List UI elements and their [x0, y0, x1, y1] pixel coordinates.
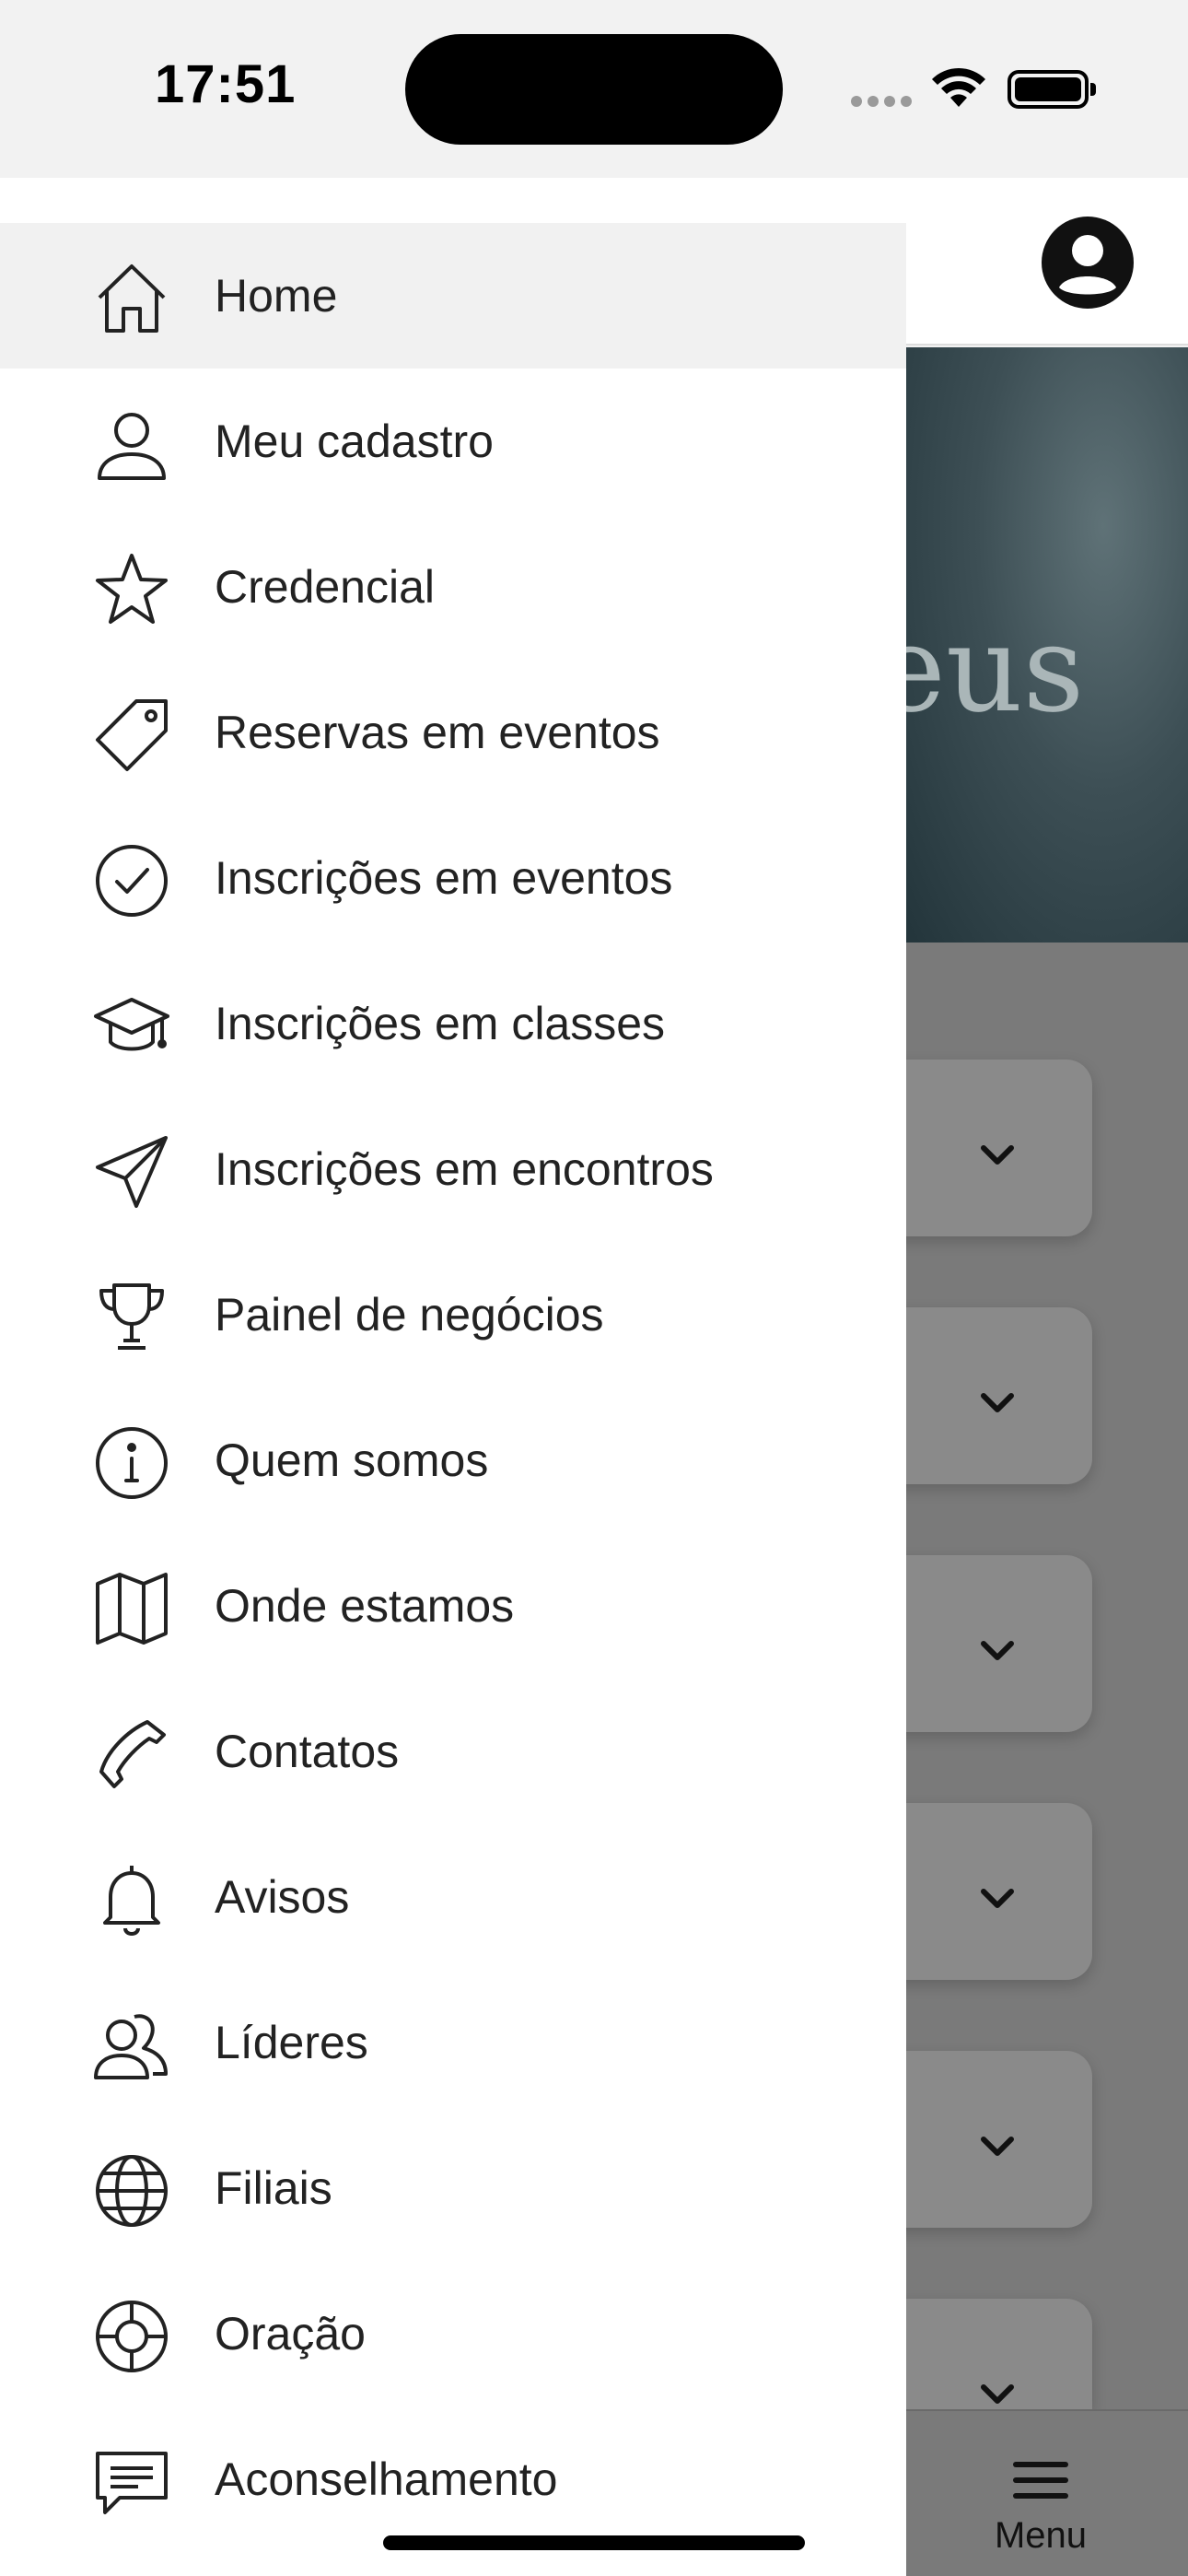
drawer-item-reservas-em-eventos[interactable]: Reservas em eventos: [0, 660, 906, 805]
drawer-item-label: Oração: [215, 2308, 366, 2359]
drawer-item-meu-cadastro[interactable]: Meu cadastro: [0, 369, 906, 514]
drawer-item-oracao[interactable]: Oração: [0, 2261, 906, 2406]
tag-icon: [92, 696, 171, 775]
drawer-item-label: Inscrições em encontros: [215, 1143, 714, 1195]
drawer-item-painel-de-negocios[interactable]: Painel de negócios: [0, 1242, 906, 1388]
drawer-item-home[interactable]: Home: [0, 223, 906, 369]
graduation-cap-icon: [92, 987, 171, 1066]
chevron-down-icon: [981, 1889, 1014, 1908]
drawer-item-label: Painel de negócios: [215, 1289, 604, 1341]
status-bar: 17:51: [0, 0, 1188, 178]
drawer-item-label: Aconselhamento: [215, 2453, 558, 2505]
cellular-signal-icon: [851, 96, 914, 109]
map-icon: [92, 1569, 171, 1648]
drawer-item-label: Inscrições em classes: [215, 998, 666, 1049]
menu-tab-label: Menu: [994, 2515, 1088, 2556]
drawer-item-credencial[interactable]: Credencial: [0, 514, 906, 660]
drawer-item-onde-estamos[interactable]: Onde estamos: [0, 1533, 906, 1679]
users-icon: [92, 2006, 171, 2085]
battery-tip: [1090, 83, 1096, 96]
drawer-item-inscricoes-em-classes[interactable]: Inscrições em classes: [0, 951, 906, 1096]
drawer-item-label: Inscrições em eventos: [215, 852, 673, 904]
chevron-down-icon: [981, 1641, 1014, 1660]
navigation-drawer: Home Meu cadastro Credencial Reservas em…: [0, 178, 906, 2576]
drawer-item-label: Avisos: [215, 1871, 350, 1923]
drawer-item-inscricoes-em-encontros[interactable]: Inscrições em encontros: [0, 1096, 906, 1242]
drawer-item-label: Contatos: [215, 1726, 400, 1777]
profile-avatar-icon[interactable]: [1041, 216, 1135, 310]
drawer-item-avisos[interactable]: Avisos: [0, 1824, 906, 1970]
drawer-item-filiais[interactable]: Filiais: [0, 2115, 906, 2261]
drawer-item-label: Líderes: [215, 2017, 368, 2068]
wifi-icon: [932, 67, 985, 107]
phone-icon: [92, 1715, 171, 1794]
home-icon: [92, 259, 171, 338]
trophy-icon: [92, 1278, 171, 1357]
chevron-down-icon: [981, 1145, 1014, 1165]
message-icon: [92, 2442, 171, 2522]
drawer-item-label: Meu cadastro: [215, 416, 494, 467]
drawer-item-label: Onde estamos: [215, 1580, 515, 1632]
chevron-down-icon: [981, 1393, 1014, 1412]
drawer-item-aconselhamento[interactable]: Aconselhamento: [0, 2406, 906, 2552]
drawer-item-contatos[interactable]: Contatos: [0, 1679, 906, 1824]
menu-tab[interactable]: Menu: [958, 2451, 1124, 2561]
lifebuoy-icon: [92, 2297, 171, 2376]
hero-text: eus: [875, 599, 1085, 739]
hamburger-menu-icon: [1013, 2462, 1068, 2499]
chevron-down-icon: [981, 2137, 1014, 2156]
globe-icon: [92, 2151, 171, 2231]
home-indicator[interactable]: [383, 2535, 805, 2550]
dynamic-island: [405, 34, 783, 145]
drawer-item-label: Credencial: [215, 561, 436, 613]
send-icon: [92, 1132, 171, 1212]
drawer-item-quem-somos[interactable]: Quem somos: [0, 1388, 906, 1533]
drawer-item-label: Home: [215, 270, 338, 322]
check-circle-icon: [92, 841, 171, 920]
drawer-item-inscricoes-em-eventos[interactable]: Inscrições em eventos: [0, 805, 906, 951]
drawer-item-label: Reservas em eventos: [215, 707, 660, 758]
status-time: 17:51: [155, 54, 297, 114]
battery-icon: [1007, 70, 1089, 109]
drawer-item-label: Quem somos: [215, 1434, 489, 1486]
drawer-item-lideres[interactable]: Líderes: [0, 1970, 906, 2115]
info-icon: [92, 1423, 171, 1503]
user-icon: [92, 404, 171, 484]
drawer-item-label: Filiais: [215, 2162, 332, 2214]
star-icon: [92, 550, 171, 629]
bell-icon: [92, 1860, 171, 1939]
